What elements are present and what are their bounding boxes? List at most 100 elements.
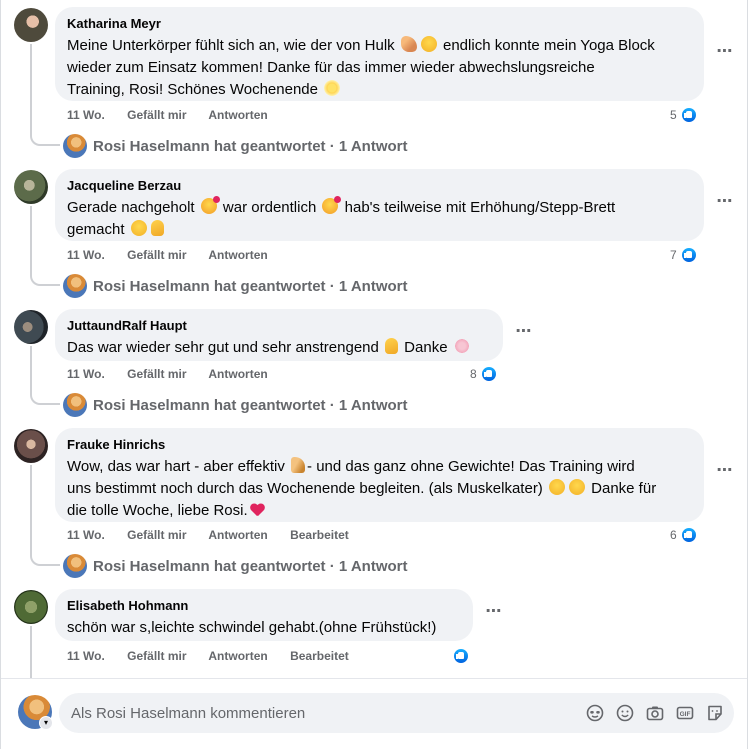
like-button[interactable]: Gefällt mir xyxy=(127,528,186,542)
comment-bubble: JuttaundRalf Haupt Das war wieder sehr g… xyxy=(55,309,503,361)
reaction-count-value: 7 xyxy=(670,248,677,262)
face-emoji-icon xyxy=(568,479,585,495)
reply-avatar xyxy=(63,274,87,298)
comment-text: Meine Unterkörper fühlt sich an, wie der… xyxy=(67,36,655,98)
reaction-count[interactable]: 8 xyxy=(470,365,498,383)
like-button[interactable]: Gefällt mir xyxy=(127,649,186,663)
timestamp[interactable]: 11 Wo. xyxy=(67,528,105,542)
avatar[interactable] xyxy=(14,8,48,42)
comment-author[interactable]: JuttaundRalf Haupt xyxy=(67,317,491,334)
thread-line xyxy=(30,465,32,555)
view-replies-link[interactable]: Rosi Haselmann hat geantwortet · 1 Antwo… xyxy=(63,554,407,578)
comment-text: schön war s,leichte schwindel gehabt.(oh… xyxy=(67,619,437,636)
reply-summary: Rosi Haselmann hat geantwortet · 1 Antwo… xyxy=(93,277,408,295)
view-replies-link[interactable]: Rosi Haselmann hat geantwortet · 1 Antwo… xyxy=(63,274,407,298)
face-emoji-icon xyxy=(420,36,437,52)
thread-connector xyxy=(30,552,60,566)
face-emoji-icon xyxy=(548,479,565,495)
view-replies-link[interactable]: Rosi Haselmann hat geantwortet · 1 Antwo… xyxy=(63,134,407,158)
thread-line xyxy=(30,626,32,678)
timestamp[interactable]: 11 Wo. xyxy=(67,649,105,663)
reply-button[interactable]: Antworten xyxy=(208,248,267,262)
thread-line xyxy=(30,44,32,134)
camera-icon[interactable] xyxy=(645,703,665,723)
comment-actions: 11 Wo. Gefällt mir Antworten xyxy=(67,248,287,262)
comment-actions: 11 Wo. Gefällt mir Antworten xyxy=(67,108,287,122)
reaction-count-value: 8 xyxy=(470,367,477,381)
reaction-count[interactable]: 6 xyxy=(670,526,698,544)
reply-avatar xyxy=(63,134,87,158)
avatar[interactable] xyxy=(14,310,48,344)
reply-button[interactable]: Antworten xyxy=(208,108,267,122)
timestamp[interactable]: 11 Wo. xyxy=(67,367,105,381)
like-reaction-icon xyxy=(452,647,470,665)
sticker-icon[interactable] xyxy=(705,703,725,723)
face-emoji-icon xyxy=(130,220,147,236)
reply-avatar xyxy=(63,393,87,417)
reaction-count[interactable] xyxy=(452,647,470,665)
reply-summary: Rosi Haselmann hat geantwortet · 1 Antwo… xyxy=(93,137,408,155)
arm-emoji-icon xyxy=(400,36,417,52)
thread-line xyxy=(30,206,32,274)
reply-button[interactable]: Antworten xyxy=(208,528,267,542)
comment-bubble: Jacqueline Berzau Gerade nachgeholt war … xyxy=(55,169,704,241)
reaction-count[interactable]: 7 xyxy=(670,246,698,264)
emoji-icon[interactable] xyxy=(615,703,635,723)
comment-text: Das war wieder sehr gut und sehr anstren… xyxy=(67,337,491,359)
thread-line xyxy=(30,346,32,393)
comment-author[interactable]: Elisabeth Hohmann xyxy=(67,597,461,614)
like-reaction-icon xyxy=(679,106,698,124)
edited-label[interactable]: Bearbeitet xyxy=(290,528,349,542)
comment-bubble: Frauke Hinrichs Wow, das war hart - aber… xyxy=(55,428,704,522)
reply-avatar xyxy=(63,554,87,578)
more-options-icon[interactable]: ⋯ xyxy=(713,193,737,217)
avatar[interactable] xyxy=(14,590,48,624)
sun-emoji-icon xyxy=(324,80,341,96)
comment-actions: 11 Wo. Gefällt mir Antworten xyxy=(67,367,287,381)
thread-connector xyxy=(30,272,60,286)
comment-author[interactable]: Frauke Hinrichs xyxy=(67,436,692,453)
comment-actions: 11 Wo. Gefällt mir Antworten Bearbeitet xyxy=(67,649,368,663)
composer-tools: GIF xyxy=(585,703,725,723)
reply-button[interactable]: Antworten xyxy=(208,649,267,663)
love-emoji-icon xyxy=(322,196,342,214)
chevron-down-icon[interactable]: ▾ xyxy=(39,716,53,730)
like-button[interactable]: Gefällt mir xyxy=(127,367,186,381)
like-button[interactable]: Gefällt mir xyxy=(127,108,186,122)
avatar[interactable] xyxy=(14,170,48,204)
reaction-count-value: 6 xyxy=(670,528,677,542)
view-replies-link[interactable]: Rosi Haselmann hat geantwortet · 1 Antwo… xyxy=(63,393,407,417)
love-emoji-icon xyxy=(200,196,220,214)
comment-composer: ▾ GIF xyxy=(1,679,747,749)
like-reaction-icon xyxy=(679,526,698,544)
comment-bubble: Katharina Meyr Meine Unterkörper fühlt s… xyxy=(55,7,704,101)
avatar-sticker-icon[interactable] xyxy=(585,703,605,723)
thumb-emoji-icon xyxy=(150,220,164,236)
reply-summary: Rosi Haselmann hat geantwortet · 1 Antwo… xyxy=(93,396,408,414)
timestamp[interactable]: 11 Wo. xyxy=(67,108,105,122)
comment-text: Wow, das war hart - aber effektiv - und … xyxy=(67,457,657,519)
svg-text:GIF: GIF xyxy=(680,711,691,718)
leg-emoji-icon xyxy=(291,457,306,473)
thumb-emoji-icon xyxy=(385,338,399,354)
comment-text: Gerade nachgeholt war ordentlich hab's t… xyxy=(67,196,616,238)
thread-connector xyxy=(30,391,60,405)
flower-emoji-icon xyxy=(453,338,470,354)
more-options-icon[interactable]: ⋯ xyxy=(512,323,536,347)
comment-author[interactable]: Katharina Meyr xyxy=(67,15,692,32)
like-reaction-icon xyxy=(679,246,698,264)
reply-button[interactable]: Antworten xyxy=(208,367,267,381)
edited-label[interactable]: Bearbeitet xyxy=(290,649,349,663)
like-button[interactable]: Gefällt mir xyxy=(127,248,186,262)
avatar[interactable] xyxy=(14,429,48,463)
reply-summary: Rosi Haselmann hat geantwortet · 1 Antwo… xyxy=(93,557,408,575)
comment-bubble: Elisabeth Hohmann schön war s,leichte sc… xyxy=(55,589,473,641)
reaction-count-value: 5 xyxy=(670,108,677,122)
reaction-count[interactable]: 5 xyxy=(670,106,698,124)
more-options-icon[interactable]: ⋯ xyxy=(713,43,737,67)
gif-icon[interactable]: GIF xyxy=(675,703,695,723)
more-options-icon[interactable]: ⋯ xyxy=(713,462,737,486)
timestamp[interactable]: 11 Wo. xyxy=(67,248,105,262)
comment-author[interactable]: Jacqueline Berzau xyxy=(67,177,692,194)
more-options-icon[interactable]: ⋯ xyxy=(482,603,506,627)
